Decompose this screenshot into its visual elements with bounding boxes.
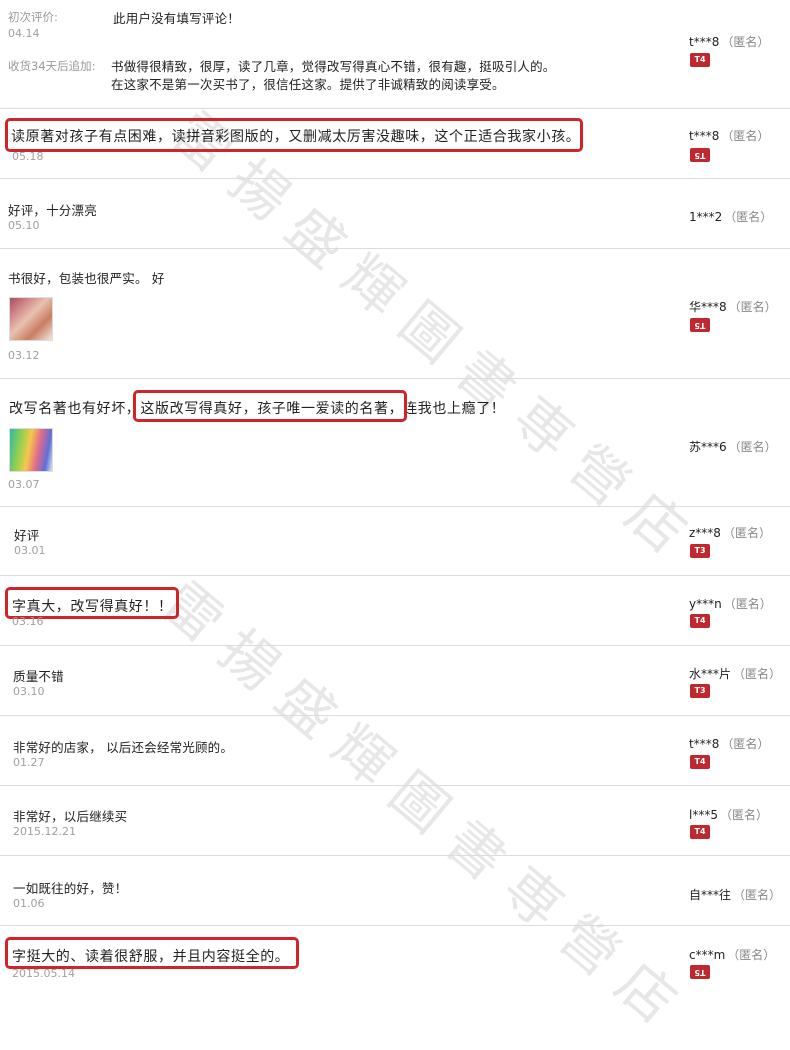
level-badge: T5 xyxy=(690,148,710,162)
reviewer-name[interactable]: z***8 （匿名） xyxy=(689,524,771,541)
level-badge: T4 xyxy=(690,825,710,839)
reviewer-name[interactable]: y***n （匿名） xyxy=(689,595,772,612)
divider xyxy=(0,855,790,856)
review-date: 05.10 xyxy=(8,219,40,232)
review-date: 2015.12.21 xyxy=(13,825,76,838)
followup-text: 在这家不是第一次买书了，很信任这家。提供了非诚精致的阅读享受。 xyxy=(111,77,505,92)
initial-review-label: 初次评价: xyxy=(8,10,58,24)
review-date: 04.14 xyxy=(8,27,40,40)
review-date: 01.06 xyxy=(13,897,45,910)
divider xyxy=(0,575,790,576)
review-photo-thumbnail[interactable] xyxy=(9,297,53,341)
level-badge: T4 xyxy=(690,614,710,628)
followup-text: 书做得很精致，很厚，读了几章，觉得改写得真心不错，很有趣，挺吸引人的。 xyxy=(111,59,556,74)
divider xyxy=(0,108,790,109)
review-date: 03.10 xyxy=(13,685,45,698)
review-text: 书很好，包装也很严实。 好 xyxy=(8,271,165,286)
reviewer-name[interactable]: c***m （匿名） xyxy=(689,946,775,963)
level-badge: T5 xyxy=(690,965,710,979)
highlight-box xyxy=(5,937,299,969)
reviewer-name[interactable]: l***5 （匿名） xyxy=(689,806,768,823)
divider xyxy=(0,378,790,379)
review-date: 2015.05.14 xyxy=(12,967,75,980)
divider xyxy=(0,925,790,926)
level-badge: T4 xyxy=(690,755,710,769)
review-photo-thumbnail[interactable] xyxy=(9,428,53,472)
reviewer-name[interactable]: 水***片 （匿名） xyxy=(689,665,781,682)
highlight-box xyxy=(133,390,407,422)
review-text: 好评 xyxy=(14,528,40,543)
divider xyxy=(0,178,790,179)
level-badge: T4 xyxy=(690,53,710,67)
highlight-box xyxy=(5,118,583,152)
reviewer-name[interactable]: 华***8 （匿名） xyxy=(689,298,777,315)
followup-label: 收货34天后追加: xyxy=(8,59,96,73)
level-badge: T5 xyxy=(690,318,710,332)
review-date: 03.07 xyxy=(8,478,40,491)
divider xyxy=(0,506,790,507)
review-date: 05.18 xyxy=(12,150,44,163)
divider xyxy=(0,248,790,249)
review-date: 03.01 xyxy=(14,544,46,557)
divider xyxy=(0,645,790,646)
review-text: 此用户没有填写评论！ xyxy=(113,11,241,26)
reviewer-name[interactable]: t***8 （匿名） xyxy=(689,735,769,752)
reviewer-name[interactable]: 自***往 （匿名） xyxy=(689,886,781,903)
reviewer-name[interactable]: t***8 （匿名） xyxy=(689,127,769,144)
level-badge: T3 xyxy=(690,544,710,558)
reviewer-name[interactable]: 苏***6 （匿名） xyxy=(689,438,777,455)
watermark: 雷揚盛輝圖書専營店 xyxy=(149,569,702,1048)
review-text: 好评，十分漂亮 xyxy=(8,203,97,218)
review-date: 03.12 xyxy=(8,349,40,362)
review-text: 质量不错 xyxy=(13,669,64,684)
review-text: 非常好的店家， 以后还会经常光顾的。 xyxy=(13,740,234,755)
review-text: 一如既往的好，赞！ xyxy=(13,881,128,896)
review-date: 01.27 xyxy=(13,756,45,769)
level-badge: T3 xyxy=(690,684,710,698)
reviewer-name[interactable]: 1***2 （匿名） xyxy=(689,208,772,225)
review-text: 非常好，以后继续买 xyxy=(13,809,128,824)
reviewer-name[interactable]: t***8 （匿名） xyxy=(689,33,769,50)
review-date: 03.16 xyxy=(12,615,44,628)
divider xyxy=(0,785,790,786)
divider xyxy=(0,715,790,716)
